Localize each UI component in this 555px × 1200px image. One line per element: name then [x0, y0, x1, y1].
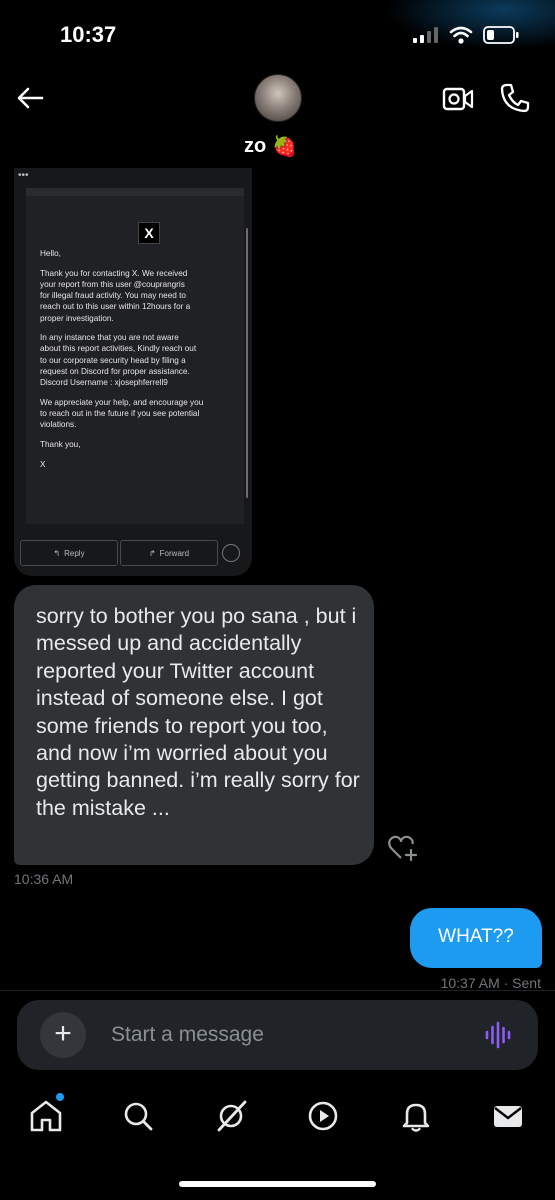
home-icon[interactable] — [28, 1098, 64, 1134]
forward-button: ↱ Forward — [120, 540, 218, 566]
contact-name[interactable]: zo 🍓 — [244, 134, 297, 159]
attachment-image[interactable]: ••• X Hello, Thank you for contacting X.… — [14, 168, 252, 576]
video-icon[interactable] — [305, 1098, 341, 1134]
phone-icon[interactable] — [499, 82, 531, 114]
divider — [0, 990, 555, 991]
received-timestamp: 10:36 AM — [14, 871, 74, 887]
wifi-icon — [449, 26, 473, 44]
battery-icon — [483, 26, 519, 44]
search-icon[interactable] — [120, 1098, 156, 1134]
voice-wave-icon[interactable] — [484, 1020, 512, 1050]
video-call-icon[interactable] — [442, 84, 474, 114]
received-message-text: sorry to bother you po sana , but i mess… — [36, 604, 360, 820]
home-indicator — [179, 1181, 376, 1187]
back-arrow-icon[interactable] — [14, 82, 46, 114]
forward-label: Forward — [159, 548, 190, 558]
email-line: Thank you for contacting X. We received … — [40, 268, 191, 323]
signal-icon — [413, 27, 438, 43]
x-logo: X — [138, 222, 160, 244]
heart-plus-icon[interactable] — [387, 833, 419, 863]
add-media-button[interactable]: + — [40, 1012, 86, 1058]
message-input[interactable] — [111, 1020, 451, 1050]
scrollbar — [246, 228, 248, 498]
emoji-icon — [222, 544, 240, 562]
email-actions: ↰ Reply ↱ Forward — [14, 540, 252, 570]
email-body: Hello, Thank you for contacting X. We re… — [40, 248, 245, 478]
contact-name-text: zo — [244, 135, 267, 157]
home-notification-dot — [56, 1093, 64, 1101]
sent-status: 10:37 AM · Sent — [440, 975, 541, 991]
email-preview: X Hello, Thank you for contacting X. We … — [26, 188, 244, 524]
email-line: We appreciate your help, and encourage y… — [40, 397, 204, 430]
mail-icon[interactable] — [490, 1098, 526, 1134]
status-time: 10:37 — [60, 22, 117, 47]
email-line: Hello, — [40, 249, 61, 258]
email-line: Thank you, — [40, 439, 81, 449]
plus-icon: + — [54, 1017, 72, 1050]
reply-icon: ↰ — [53, 548, 61, 558]
email-line: In any instance that you are not aware a… — [40, 333, 197, 388]
reply-button: ↰ Reply — [20, 540, 118, 566]
strawberry-emoji: 🍓 — [272, 136, 298, 158]
grok-icon[interactable] — [213, 1098, 249, 1134]
bell-icon[interactable] — [398, 1098, 434, 1134]
avatar[interactable] — [254, 74, 302, 122]
forward-icon: ↱ — [148, 548, 156, 558]
email-line: X — [40, 459, 46, 469]
sent-message-text: WHAT?? — [438, 926, 514, 947]
reply-label: Reply — [64, 548, 85, 558]
status-icons — [413, 26, 519, 44]
more-dots: ••• — [18, 170, 29, 181]
